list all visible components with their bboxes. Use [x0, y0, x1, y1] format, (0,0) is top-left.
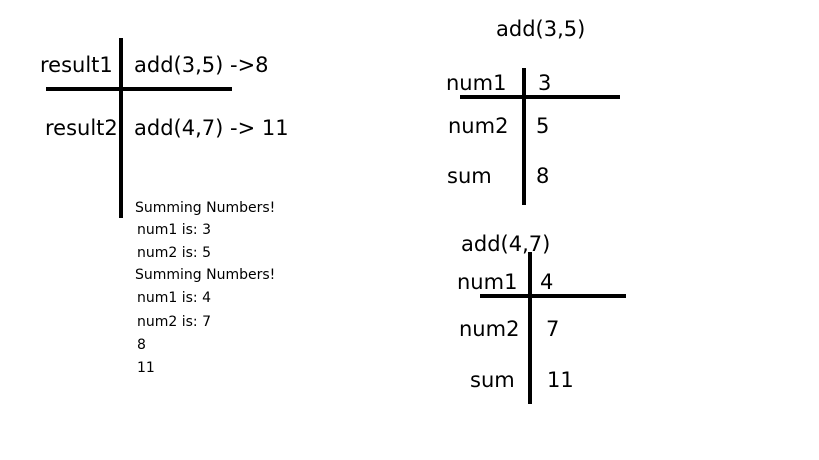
add-4-7-frame-var-num2: num2	[459, 317, 520, 341]
add-3-5-frame-horizontal-line	[460, 95, 620, 99]
console-line: num1 is: 4	[137, 290, 211, 306]
add-4-7-frame-value-sum: 11	[547, 368, 574, 392]
main-frame-vertical-line	[119, 38, 123, 218]
console-line: Summing Numbers!	[135, 200, 276, 216]
add-3-5-frame-value-sum: 8	[536, 164, 550, 188]
add-4-7-frame-vertical-line	[528, 252, 532, 404]
add-3-5-frame-var-sum: sum	[447, 164, 492, 188]
console-line: num2 is: 5	[137, 245, 211, 261]
console-line: num2 is: 7	[137, 314, 211, 330]
main-frame-var-result2: result2	[45, 116, 118, 140]
console-line: num1 is: 3	[137, 222, 211, 238]
add-4-7-frame-var-sum: sum	[470, 368, 515, 392]
add-4-7-frame-var-num1: num1	[457, 270, 518, 294]
add-3-5-frame-value-num1: 3	[538, 71, 552, 95]
console-line: 11	[137, 360, 155, 376]
add-3-5-frame-vertical-line	[522, 68, 526, 205]
add-4-7-frame-title: add(4,7)	[461, 232, 551, 256]
add-3-5-frame-var-num2: num2	[448, 114, 509, 138]
main-frame-horizontal-line	[46, 87, 232, 91]
console-line: 8	[137, 337, 146, 353]
add-3-5-frame-var-num1: num1	[446, 71, 507, 95]
console-line: Summing Numbers!	[135, 267, 276, 283]
add-4-7-frame-value-num2: 7	[546, 317, 560, 341]
add-3-5-frame-title: add(3,5)	[496, 17, 586, 41]
main-frame-var-result1: result1	[40, 53, 113, 77]
main-frame-value-result1: add(3,5) ->8	[134, 53, 269, 77]
add-4-7-frame-value-num1: 4	[540, 270, 554, 294]
main-frame-value-result2: add(4,7) -> 11	[134, 116, 289, 140]
add-3-5-frame-value-num2: 5	[536, 114, 550, 138]
add-4-7-frame-horizontal-line	[480, 294, 626, 298]
